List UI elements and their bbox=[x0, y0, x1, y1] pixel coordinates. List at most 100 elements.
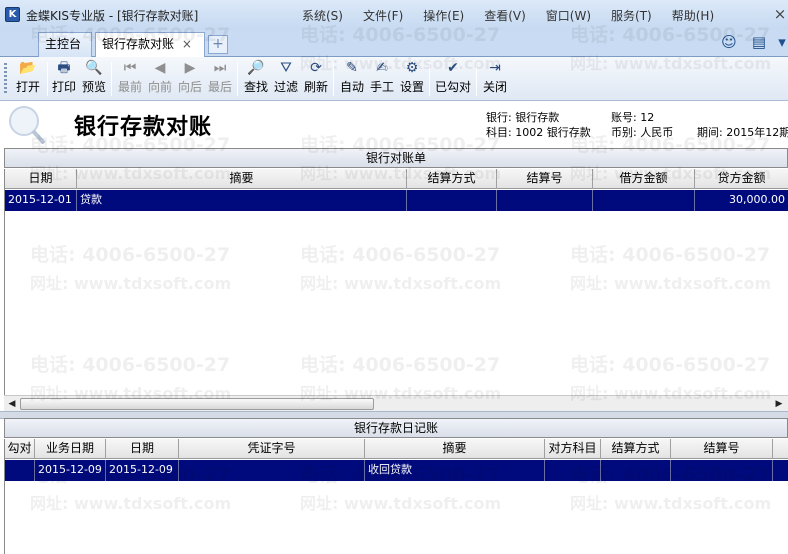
tab-bank-reconciliation[interactable]: 银行存款对账 × bbox=[95, 32, 205, 58]
column-header-credit-amount[interactable]: 贷方金额 bbox=[695, 169, 788, 189]
tab-close-icon[interactable]: × bbox=[182, 33, 192, 56]
settings-button[interactable]: ⚙ 设置 bbox=[396, 59, 428, 99]
first-record-icon: ⏮ bbox=[123, 60, 137, 76]
column-header-settlement-method[interactable]: 结算方式 bbox=[601, 439, 671, 459]
cell-check[interactable] bbox=[5, 460, 35, 481]
menu-operation[interactable]: 操作(E) bbox=[423, 7, 464, 24]
period-info: 期间: 2015年12期 bbox=[697, 124, 788, 140]
menu-window[interactable]: 窗口(W) bbox=[546, 7, 591, 24]
toolbar-separator bbox=[111, 62, 112, 96]
subject-info: 科目: 1002 银行存款 bbox=[486, 124, 591, 140]
smiley-feedback-icon[interactable]: ☺ bbox=[718, 33, 740, 53]
last-record-icon: ⏭ bbox=[213, 60, 227, 76]
tab-label: 主控台 bbox=[45, 37, 82, 51]
period-value: 2015年12期 bbox=[726, 126, 788, 139]
subject-label: 科目: bbox=[486, 126, 512, 139]
column-header-counter-account[interactable]: 对方科目 bbox=[545, 439, 601, 459]
kingdee-app-icon[interactable]: K bbox=[5, 7, 20, 22]
toolbar-separator bbox=[476, 62, 477, 96]
preview-button[interactable]: 🔍 预览 bbox=[78, 59, 110, 99]
bank-value: 银行存款 bbox=[515, 111, 560, 124]
auto-reconcile-button[interactable]: ✎ 自动 bbox=[336, 59, 368, 99]
refresh-icon: ⟳ bbox=[310, 60, 322, 76]
close-button[interactable]: ⇥ 关闭 bbox=[479, 59, 511, 99]
open-folder-icon: 📂 bbox=[19, 60, 37, 76]
column-header-date[interactable]: 日期 bbox=[106, 439, 179, 459]
find-label: 查找 bbox=[243, 80, 268, 94]
column-header-summary[interactable]: 摘要 bbox=[77, 169, 407, 189]
next-record-label: 向后 bbox=[177, 80, 202, 94]
cell-date[interactable]: 2015-12-09 bbox=[106, 460, 179, 481]
menu-system[interactable]: 系统(S) bbox=[302, 7, 343, 24]
close-label: 关闭 bbox=[482, 80, 507, 94]
find-icon: 🔎 bbox=[247, 60, 265, 76]
reconciled-button[interactable]: ✔ 已勾对 bbox=[434, 59, 472, 99]
horizontal-scrollbar[interactable]: ◀ ▶ bbox=[4, 395, 788, 411]
column-header-settlement-number[interactable]: 结算号 bbox=[671, 439, 773, 459]
table-row[interactable]: 2015-12-09 2015-12-09 收回贷款 bbox=[5, 460, 788, 481]
menu-file[interactable]: 文件(F) bbox=[363, 7, 403, 24]
column-header-settlement-number[interactable]: 结算号 bbox=[497, 169, 593, 189]
currency-info: 币别: 人民币 bbox=[611, 124, 673, 140]
column-header-extra bbox=[773, 439, 788, 459]
menu-help[interactable]: 帮助(H) bbox=[672, 7, 714, 24]
refresh-button[interactable]: ⟳ 刷新 bbox=[300, 59, 332, 99]
cell-voucher-number[interactable] bbox=[179, 460, 365, 481]
account-number-info: 账号: 12 bbox=[611, 109, 654, 125]
menu-view[interactable]: 查看(V) bbox=[484, 7, 526, 24]
new-tab-button[interactable]: + bbox=[208, 35, 228, 54]
open-button[interactable]: 📂 打开 bbox=[12, 59, 44, 99]
cell-extra bbox=[773, 460, 788, 481]
menu-service[interactable]: 服务(T) bbox=[611, 7, 652, 24]
auto-reconcile-label: 自动 bbox=[339, 80, 364, 94]
toolbar-separator bbox=[237, 62, 238, 96]
cell-summary[interactable]: 收回贷款 bbox=[365, 460, 545, 481]
column-header-business-date[interactable]: 业务日期 bbox=[35, 439, 106, 459]
first-record-button[interactable]: ⏮ 最前 bbox=[114, 59, 146, 99]
column-header-check[interactable]: 勾对 bbox=[5, 439, 35, 459]
cell-settlement-number[interactable] bbox=[497, 190, 593, 211]
column-header-settlement-method[interactable]: 结算方式 bbox=[407, 169, 497, 189]
toolbar-separator bbox=[333, 62, 334, 96]
cell-debit-amount[interactable] bbox=[593, 190, 695, 211]
last-record-button[interactable]: ⏭ 最后 bbox=[204, 59, 236, 99]
cell-credit-amount[interactable]: 30,000.00 bbox=[695, 190, 788, 211]
filter-button[interactable]: ⛛ 过滤 bbox=[270, 59, 302, 99]
column-header-date[interactable]: 日期 bbox=[5, 169, 77, 189]
dropdown-arrow-icon[interactable]: ▾ bbox=[776, 33, 788, 53]
printer-icon: 🖶 bbox=[57, 60, 71, 76]
next-record-button[interactable]: ▶ 向后 bbox=[174, 59, 206, 99]
refresh-label: 刷新 bbox=[303, 80, 328, 94]
scroll-right-icon[interactable]: ▶ bbox=[772, 397, 786, 411]
cell-counter-account[interactable] bbox=[545, 460, 601, 481]
cell-summary[interactable]: 贷款 bbox=[77, 190, 407, 211]
cell-settlement-method[interactable] bbox=[601, 460, 671, 481]
reconciled-check-icon: ✔ bbox=[447, 60, 459, 76]
manual-reconcile-button[interactable]: ✍ 手工 bbox=[366, 59, 398, 99]
period-label: 期间: bbox=[697, 126, 723, 139]
window-title: 金蝶KIS专业版 - [银行存款对账] bbox=[26, 9, 199, 23]
previous-record-label: 向前 bbox=[147, 80, 172, 94]
column-header-debit-amount[interactable]: 借方金额 bbox=[593, 169, 695, 189]
column-header-voucher-number[interactable]: 凭证字号 bbox=[179, 439, 365, 459]
scrollbar-thumb[interactable] bbox=[20, 398, 374, 410]
cell-settlement-number[interactable] bbox=[671, 460, 773, 481]
bank-journal-grid: 勾对 业务日期 日期 凭证字号 摘要 对方科目 结算方式 结算号 2015-12… bbox=[4, 439, 788, 554]
print-label: 打印 bbox=[51, 80, 76, 94]
cell-settlement-method[interactable] bbox=[407, 190, 497, 211]
manual-reconcile-icon: ✍ bbox=[376, 60, 388, 76]
column-header-summary[interactable]: 摘要 bbox=[365, 439, 545, 459]
scroll-left-icon[interactable]: ◀ bbox=[5, 397, 19, 411]
print-button[interactable]: 🖶 打印 bbox=[48, 59, 80, 99]
cell-date[interactable]: 2015-12-01 bbox=[5, 190, 77, 211]
cell-business-date[interactable]: 2015-12-09 bbox=[35, 460, 106, 481]
previous-record-button[interactable]: ◀ 向前 bbox=[144, 59, 176, 99]
table-row[interactable]: 2015-12-01 贷款 30,000.00 bbox=[5, 190, 788, 211]
window-close-button[interactable]: × bbox=[772, 5, 788, 23]
tab-main-console[interactable]: 主控台 bbox=[38, 32, 92, 57]
find-button[interactable]: 🔎 查找 bbox=[240, 59, 272, 99]
account-number-value: 12 bbox=[640, 111, 655, 124]
toolbar-grip[interactable] bbox=[4, 63, 7, 95]
message-icon[interactable]: ▤ bbox=[748, 33, 770, 53]
manual-reconcile-label: 手工 bbox=[369, 80, 394, 94]
